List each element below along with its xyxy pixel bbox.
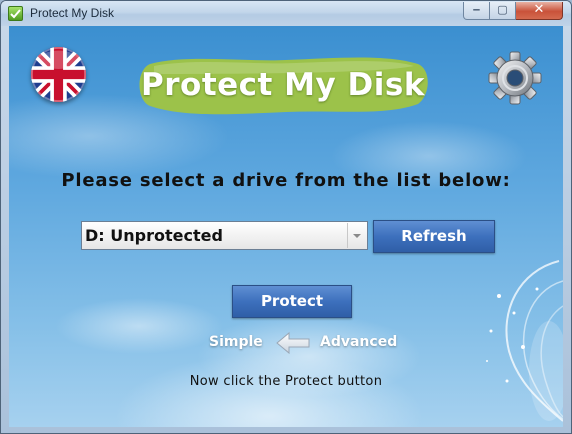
protect-button[interactable]: Protect (232, 285, 352, 318)
close-icon: ✕ (533, 2, 545, 17)
logo-text: Protect My Disk (141, 67, 425, 103)
uk-flag-icon[interactable] (31, 47, 86, 102)
decorative-swirl (479, 251, 563, 427)
drive-select[interactable]: D: Unprotected (81, 221, 368, 250)
minimize-icon: ‒ (472, 3, 481, 16)
title-bar[interactable]: Protect My Disk ‒ ▢ ✕ (1, 1, 571, 26)
refresh-button[interactable]: Refresh (373, 220, 495, 253)
arrow-left-icon (275, 331, 311, 355)
window-title: Protect My Disk (30, 6, 115, 20)
simple-mode-label[interactable]: Simple (209, 334, 263, 350)
maximize-button[interactable]: ▢ (490, 2, 516, 20)
advanced-mode-label[interactable]: Advanced (320, 334, 397, 350)
app-logo: Protect My Disk (136, 56, 430, 115)
main-panel: Protect My Disk Please select a drive fr… (9, 26, 563, 427)
minimize-button[interactable]: ‒ (463, 2, 490, 20)
gear-icon[interactable] (487, 50, 543, 106)
drive-select-prompt: Please select a drive from the list belo… (61, 170, 511, 191)
chevron-down-icon[interactable] (347, 223, 366, 248)
maximize-icon: ▢ (497, 3, 508, 16)
drive-select-value: D: Unprotected (85, 226, 223, 245)
close-button[interactable]: ✕ (516, 2, 563, 20)
app-icon (8, 6, 23, 21)
app-window: Protect My Disk ‒ ▢ ✕ Protect My Disk Pl… (0, 0, 572, 434)
